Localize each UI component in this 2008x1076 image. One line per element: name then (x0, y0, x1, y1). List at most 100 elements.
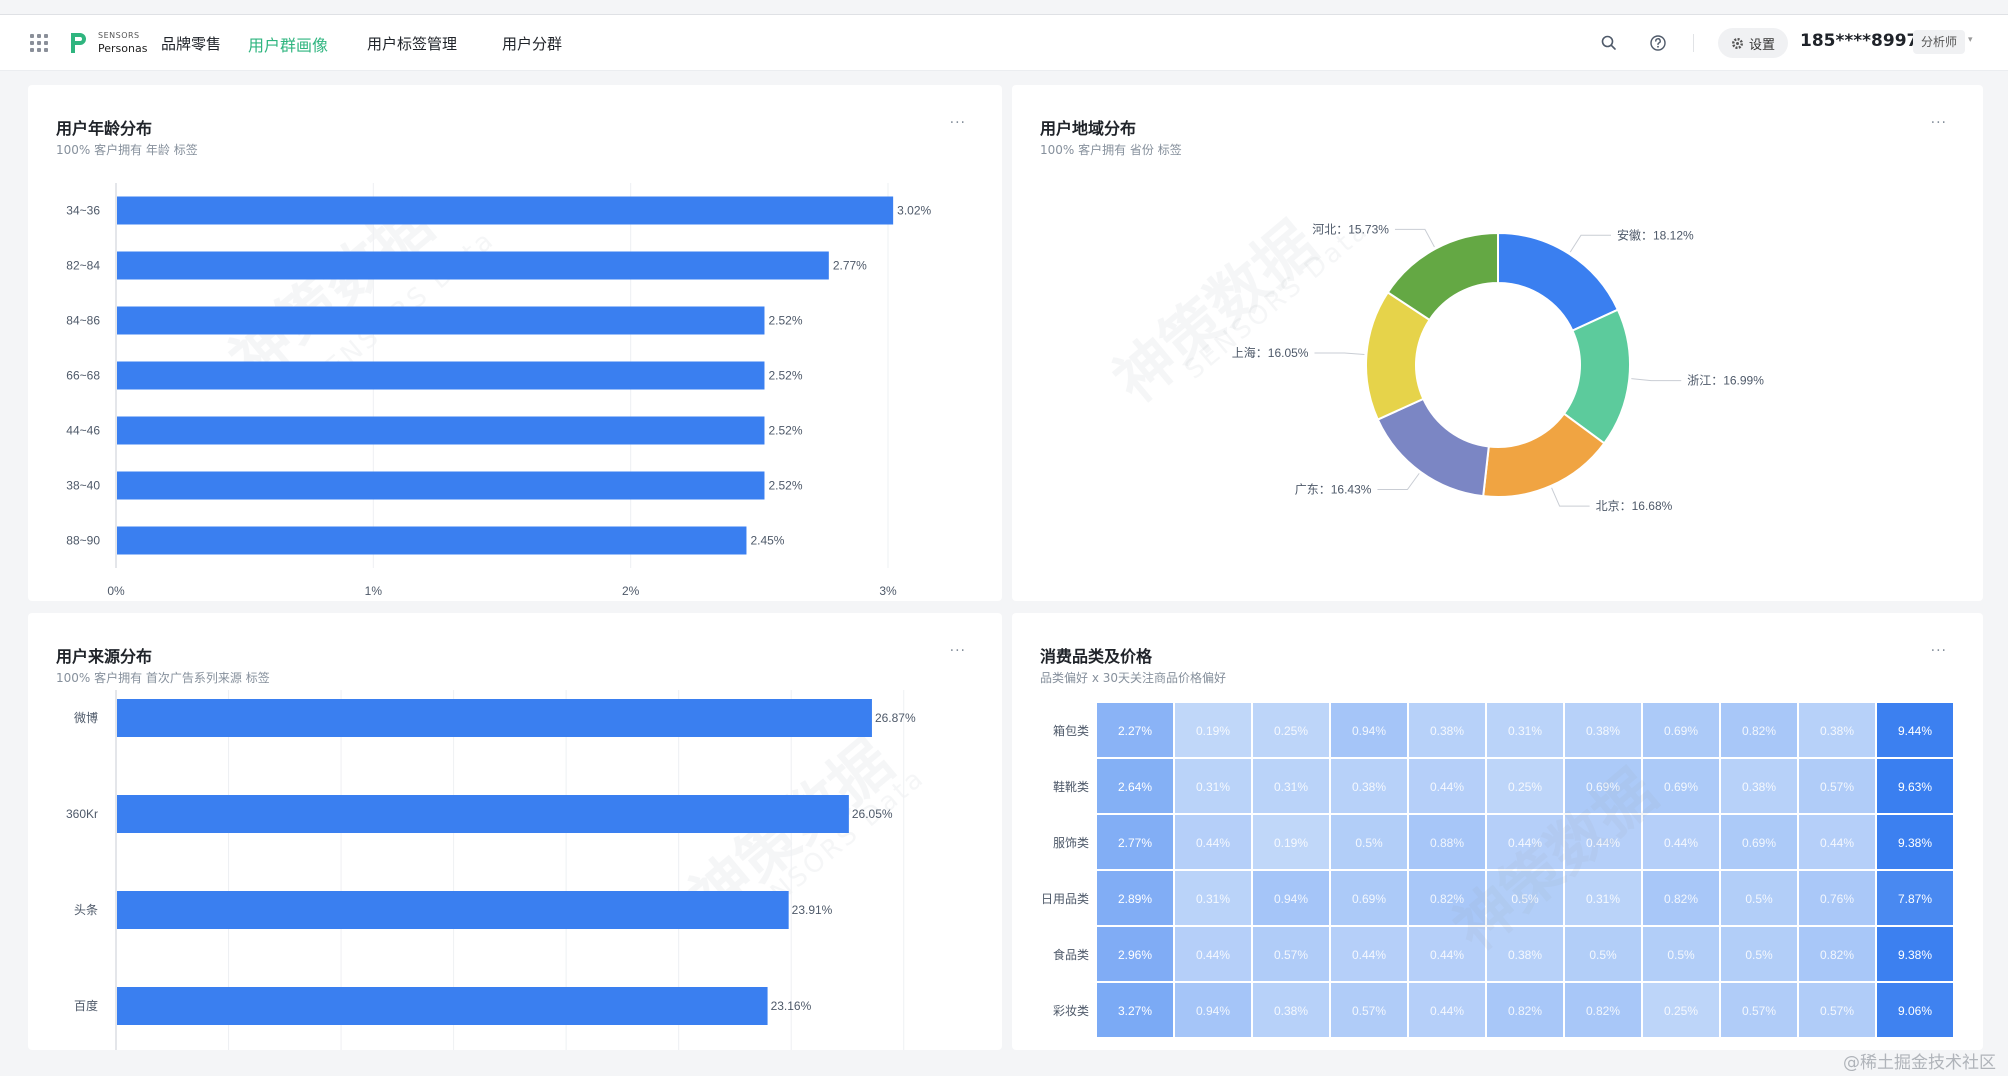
source-distribution-card: 神策数据 SENSORS Data 用户来源分布 100% 客户拥有 首次广告系… (28, 613, 1002, 1050)
value-label: 3.02% (897, 204, 931, 218)
cell-label: 2.77% (1118, 836, 1152, 850)
cell-label: 0.25% (1508, 780, 1542, 794)
help-icon[interactable] (1649, 34, 1667, 52)
cell-label: 0.44% (1430, 948, 1464, 962)
region-distribution-card: 神策数据 SENSORS Data 用户地域分布 100% 客户拥有 省份 标签… (1012, 85, 1983, 601)
cell-label: 0.94% (1196, 1004, 1230, 1018)
cell-label: 0.69% (1352, 892, 1386, 906)
role-badge[interactable]: 分析师 (1913, 30, 1966, 54)
cell-label: 0.25% (1274, 724, 1308, 738)
value-label: 23.16% (771, 999, 812, 1013)
x-tick-label: 0% (107, 584, 125, 598)
nav-tag-management[interactable]: 用户标签管理 (367, 33, 457, 54)
source-bar-chart: 微博 26.87% 360Kr 26.05% 头条 23.91% 百度 23.16% (66, 690, 916, 1050)
category-label: 头条 (74, 903, 98, 917)
bar[interactable] (117, 196, 894, 225)
cell-label: 0.38% (1586, 724, 1620, 738)
cell-label: 9.38% (1898, 836, 1932, 850)
row-label: 彩妆类 (1053, 1004, 1089, 1018)
cell-label: 7.87% (1898, 892, 1932, 906)
category-label: 88~90 (66, 534, 100, 548)
cell-label: 0.82% (1430, 892, 1464, 906)
cell-label: 0.31% (1508, 724, 1542, 738)
row-label: 日用品类 (1041, 892, 1089, 906)
leader-line (1569, 234, 1612, 253)
cell-label: 0.88% (1430, 836, 1464, 850)
bar[interactable] (117, 361, 765, 390)
cell-label: 0.44% (1196, 836, 1230, 850)
leader-line (1394, 228, 1435, 248)
settings-button[interactable]: 设置 (1718, 28, 1788, 58)
slice-label: 浙江：16.99% (1687, 374, 1764, 388)
cell-label: 0.69% (1742, 836, 1776, 850)
slice-label: 北京：16.68% (1596, 499, 1673, 513)
value-label: 23.91% (792, 903, 833, 917)
cell-label: 0.57% (1274, 948, 1308, 962)
bar[interactable] (117, 699, 872, 737)
cell-label: 0.44% (1586, 836, 1620, 850)
x-tick-label: 1% (365, 584, 383, 598)
consumption-heatmap: 箱包类 2.27% 0.19% 0.25% 0.94% 0.38% 0.31% 0.38% 0.… (1041, 703, 1953, 1037)
cell-label: 0.82% (1508, 1004, 1542, 1018)
cell-label: 0.82% (1586, 1004, 1620, 1018)
category-label: 34~36 (66, 204, 100, 218)
cell-label: 3.27% (1118, 1004, 1152, 1018)
cell-label: 0.76% (1820, 892, 1854, 906)
cell-label: 0.82% (1664, 892, 1698, 906)
cell-label: 0.5% (1745, 948, 1773, 962)
row-label: 箱包类 (1053, 723, 1089, 738)
cell-label: 0.57% (1820, 780, 1854, 794)
donut-slice[interactable] (1376, 397, 1490, 498)
value-label: 26.87% (875, 711, 916, 725)
cell-label: 9.63% (1898, 780, 1932, 794)
region-donut-chart: 安徽：18.12% 浙江：16.99% 北京：16.68% 广东：16.43% 上海：1… (1232, 222, 1764, 513)
row-label: 服饰类 (1053, 836, 1089, 850)
footer-watermark: @稀土掘金技术社区 (1843, 1053, 1996, 1073)
row-label: 食品类 (1053, 947, 1089, 962)
logo-text-bottom: Personas (98, 42, 148, 55)
cell-label: 0.5% (1355, 836, 1383, 850)
cell-label: 0.44% (1508, 836, 1542, 850)
nav-brand-retail[interactable]: 品牌零售 (161, 33, 221, 54)
slice-label: 河北：15.73% (1312, 222, 1389, 236)
cell-label: 0.5% (1667, 948, 1695, 962)
cell-label: 0.82% (1820, 948, 1854, 962)
bar[interactable] (117, 251, 829, 280)
value-label: 2.77% (833, 259, 867, 273)
cell-label: 0.57% (1820, 1004, 1854, 1018)
value-label: 2.45% (750, 534, 784, 548)
cell-label: 0.94% (1274, 892, 1308, 906)
cell-label: 2.89% (1118, 892, 1152, 906)
value-label: 2.52% (768, 314, 802, 328)
bar[interactable] (117, 891, 789, 929)
slice-label: 安徽：18.12% (1617, 227, 1694, 242)
cell-label: 0.44% (1196, 948, 1230, 962)
x-tick-label: 3% (879, 584, 897, 598)
cell-label: 0.25% (1664, 1004, 1698, 1018)
bar[interactable] (117, 526, 747, 555)
bar[interactable] (117, 795, 849, 833)
x-tick-label: 2% (622, 584, 640, 598)
bar[interactable] (117, 987, 768, 1025)
chevron-down-icon[interactable]: ▾ (1968, 35, 1973, 45)
value-label: 2.52% (768, 369, 802, 383)
bar[interactable] (117, 471, 765, 500)
cell-label: 0.38% (1742, 780, 1776, 794)
category-label: 38~40 (66, 479, 100, 493)
bar[interactable] (117, 416, 765, 445)
nav-user-portrait[interactable]: 用户群画像 (248, 32, 328, 56)
cell-label: 0.82% (1742, 724, 1776, 738)
user-account[interactable]: 185****8997 (1800, 31, 1918, 51)
app-grid-icon[interactable] (30, 34, 48, 52)
leader-line (1631, 378, 1682, 382)
search-icon[interactable] (1600, 34, 1618, 52)
cell-label: 2.27% (1118, 724, 1152, 738)
slice-label: 广东：16.43% (1295, 483, 1372, 497)
donut-slice[interactable] (1497, 231, 1620, 332)
toolbar-divider (1693, 34, 1694, 52)
cell-label: 0.19% (1196, 724, 1230, 738)
nav-user-segments[interactable]: 用户分群 (502, 33, 562, 54)
bar[interactable] (117, 306, 765, 335)
cell-label: 0.44% (1664, 836, 1698, 850)
cell-label: 0.44% (1352, 948, 1386, 962)
